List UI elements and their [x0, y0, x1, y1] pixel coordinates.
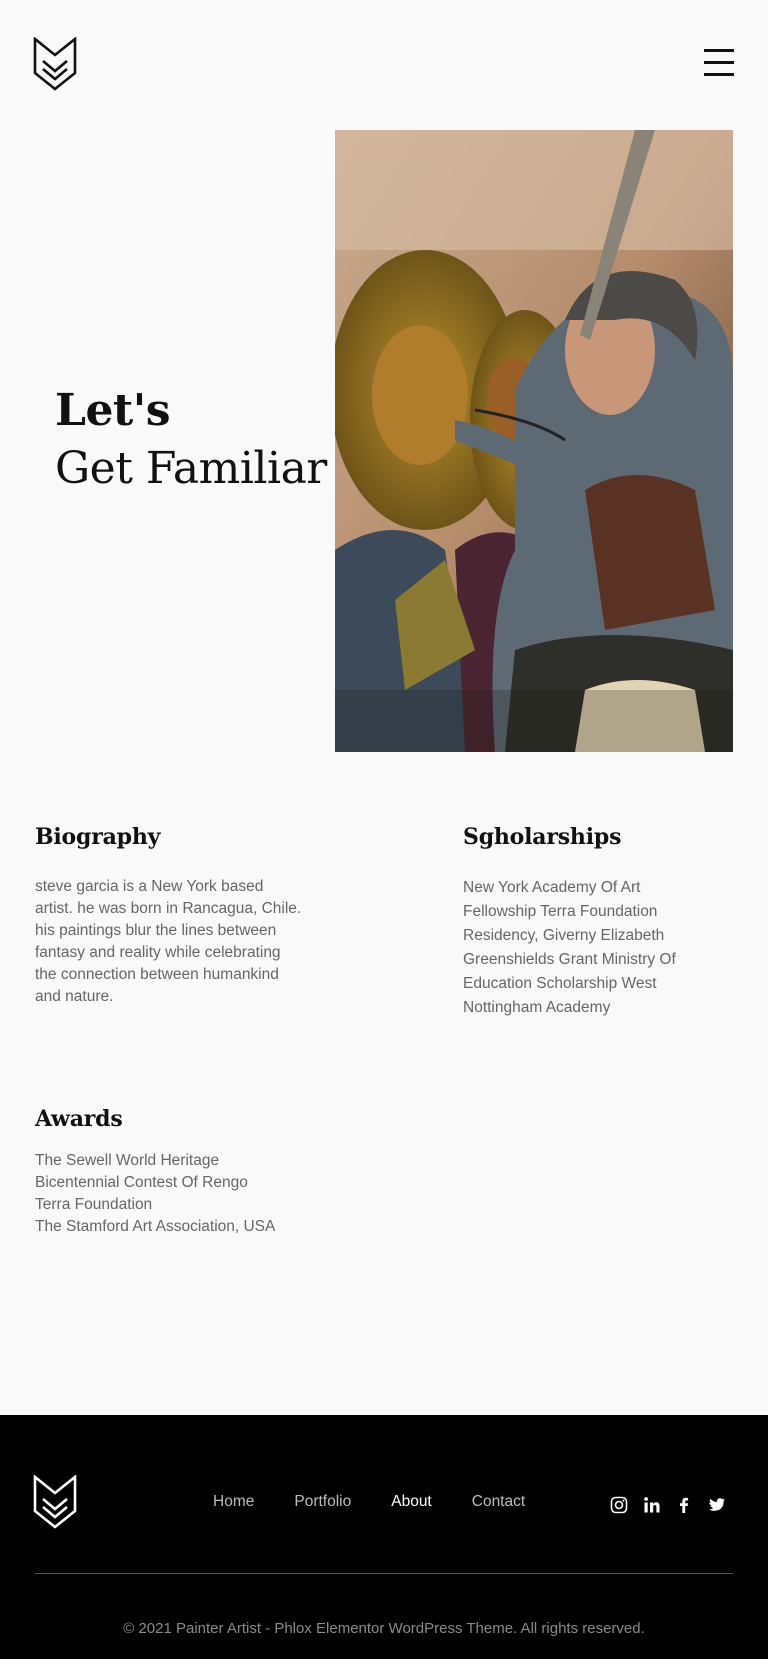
- facebook-icon[interactable]: [675, 1496, 693, 1514]
- chevron-logo-icon: [33, 36, 77, 91]
- list-item: The Stamford Art Association, USA: [35, 1218, 276, 1235]
- awards-section: Awards The Sewell World Heritage Bicente…: [35, 1106, 315, 1238]
- instagram-icon[interactable]: [610, 1496, 628, 1514]
- awards-heading: Awards: [35, 1106, 123, 1132]
- page-title-line1: Let's: [55, 385, 170, 436]
- page-title: Let's Get Familiar: [55, 382, 327, 498]
- painter-photo-illustration: [335, 130, 733, 752]
- hamburger-menu-icon[interactable]: [704, 49, 734, 79]
- scholarships-text: New York Academy Of Art Fellowship Terra…: [463, 879, 676, 1016]
- biography-heading: Biography: [35, 824, 161, 850]
- list-item: Bicentennial Contest Of Rengo: [35, 1174, 248, 1191]
- footer-nav-home[interactable]: Home: [213, 1493, 254, 1511]
- list-item: The Sewell World Heritage: [35, 1152, 220, 1169]
- page-title-line2: Get Familiar: [55, 443, 327, 494]
- hero-photo: [335, 130, 733, 752]
- footer-nav-portfolio[interactable]: Portfolio: [294, 1493, 351, 1511]
- copyright-text: © 2021 Painter Artist - Phlox Elementor …: [123, 1620, 645, 1637]
- scholarships-section: Sgholarships New York Academy Of Art Fel…: [463, 824, 713, 1020]
- biography-text: steve garcia is a New York based artist.…: [35, 878, 302, 1005]
- twitter-icon[interactable]: [708, 1496, 726, 1514]
- site-logo[interactable]: [33, 36, 77, 91]
- footer-nav: Home Portfolio About Contact: [213, 1493, 565, 1511]
- scholarships-heading: Sgholarships: [463, 824, 622, 850]
- chevron-logo-icon: [33, 1474, 77, 1529]
- social-links: [610, 1496, 740, 1514]
- footer-nav-about[interactable]: About: [391, 1493, 432, 1511]
- list-item: Terra Foundation: [35, 1196, 153, 1213]
- site-footer: Home Portfolio About Contact © 2021 Pain…: [0, 1415, 768, 1659]
- awards-list: The Sewell World Heritage Bicentennial C…: [35, 1150, 315, 1238]
- biography-section: Biography steve garcia is a New York bas…: [35, 824, 305, 1008]
- footer-logo[interactable]: [33, 1474, 77, 1529]
- linkedin-icon[interactable]: [643, 1496, 661, 1514]
- footer-nav-contact[interactable]: Contact: [472, 1493, 525, 1511]
- footer-divider: [35, 1573, 733, 1574]
